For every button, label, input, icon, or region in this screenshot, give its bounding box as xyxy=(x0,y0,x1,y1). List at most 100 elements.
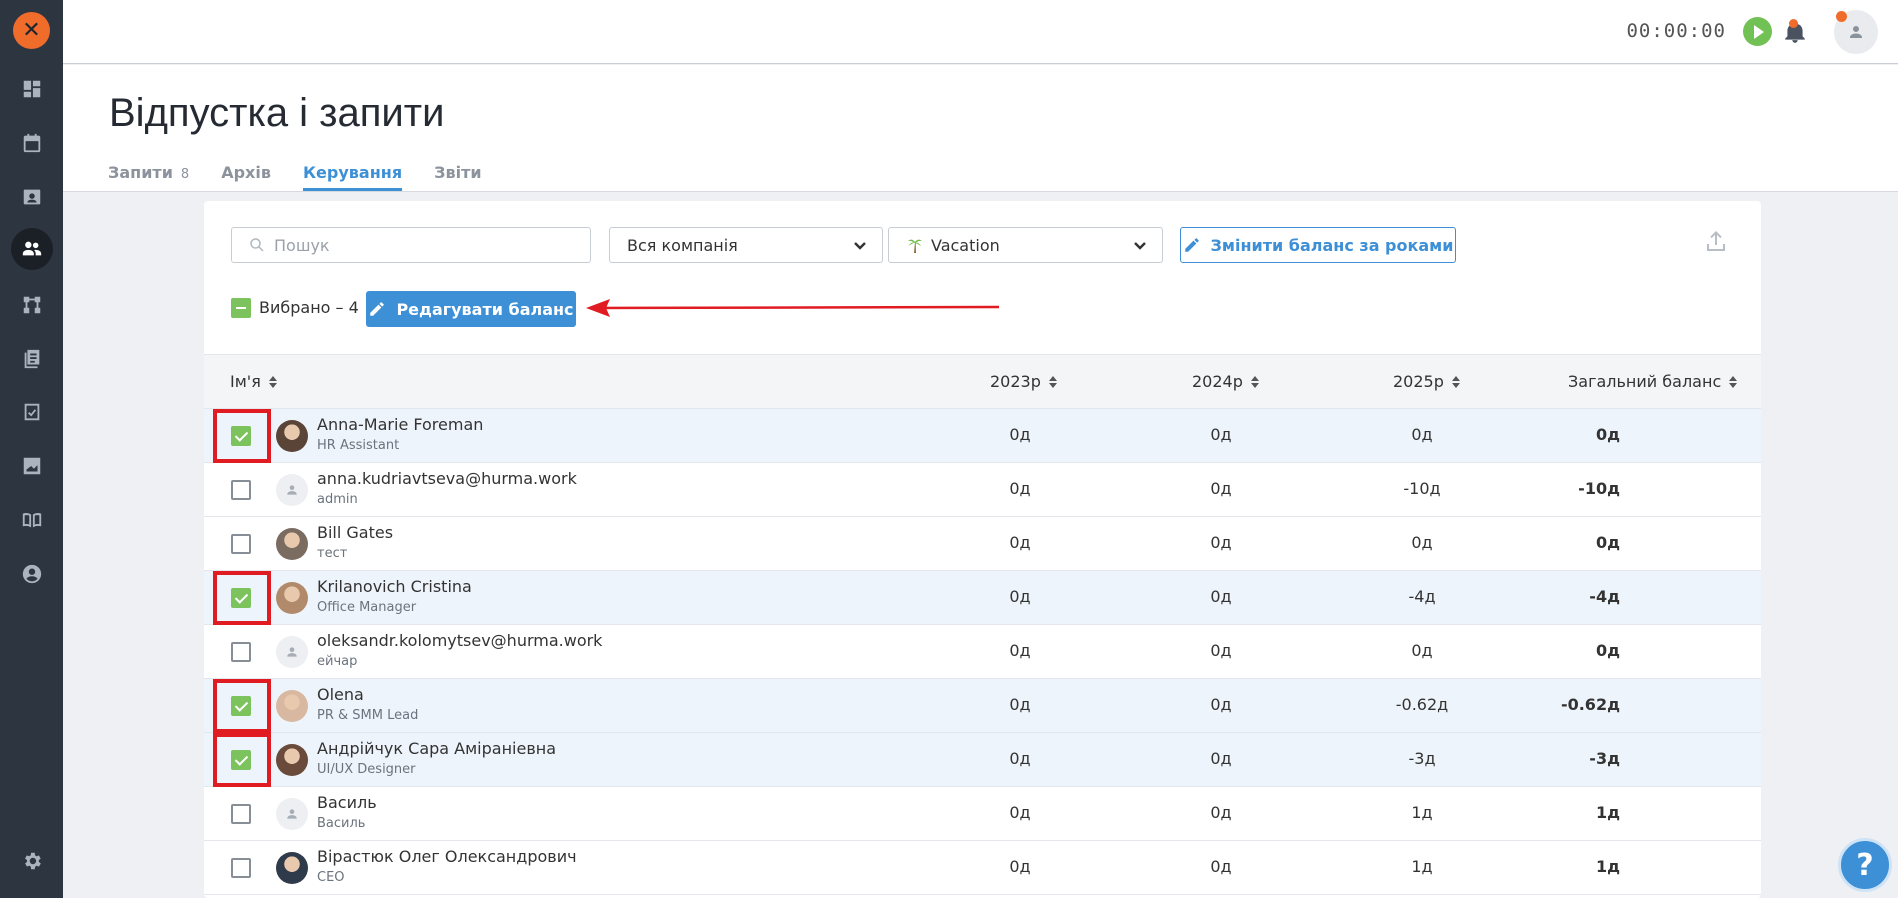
user-status-dot xyxy=(1836,11,1847,22)
column-2024-label: 2024р xyxy=(1192,372,1243,391)
table-row[interactable]: Olena PR & SMM Lead 0д 0д -0.62д -0.62д xyxy=(204,679,1761,733)
sidebar: ✕ xyxy=(0,0,63,898)
column-2025-label: 2025р xyxy=(1393,372,1444,391)
profile-icon[interactable] xyxy=(11,553,53,595)
table-row[interactable]: anna.kudriavtseva@hurma.work admin 0д 0д… xyxy=(204,463,1761,517)
avatar xyxy=(276,528,308,560)
balance-2025: 0д xyxy=(1411,425,1433,444)
balance-2025: -10д xyxy=(1403,479,1441,498)
column-2025[interactable]: 2025р xyxy=(1393,372,1460,391)
company-select[interactable]: Вся компанія xyxy=(609,227,883,263)
employee-name[interactable]: anna.kudriavtseva@hurma.work xyxy=(317,469,577,488)
balance-2024: 0д xyxy=(1210,587,1232,606)
export-icon[interactable] xyxy=(1704,230,1730,256)
balance-2025: -4д xyxy=(1408,587,1436,606)
highlight-box xyxy=(213,733,271,787)
sort-icon xyxy=(1729,375,1738,388)
tab-requests-count: 8 xyxy=(180,167,190,182)
help-button[interactable]: ? xyxy=(1838,838,1892,892)
dashboard-icon[interactable] xyxy=(11,68,53,110)
avatar xyxy=(276,852,308,884)
edit-balance-button[interactable]: Редагувати баланс xyxy=(366,291,576,327)
balance-2024: 0д xyxy=(1210,749,1232,768)
tab-requests-label: Запити xyxy=(108,163,173,182)
employee-name[interactable]: Krilanovich Cristina xyxy=(317,577,472,596)
balance-total: 1д xyxy=(1595,857,1620,876)
balance-total: 0д xyxy=(1595,425,1620,444)
table-row[interactable]: Anna-Marie Foreman HR Assistant 0д 0д 0д… xyxy=(204,409,1761,463)
employee-name[interactable]: Василь xyxy=(317,793,377,812)
row-checkbox[interactable] xyxy=(231,804,251,824)
row-checkbox[interactable] xyxy=(231,480,251,500)
tab-archive[interactable]: Архів xyxy=(221,163,271,191)
employee-name[interactable]: oleksandr.kolomytsev@hurma.work xyxy=(317,631,602,650)
row-checkbox[interactable] xyxy=(231,534,251,554)
search-input[interactable]: Пошук xyxy=(231,227,591,263)
balance-2023: 0д xyxy=(1009,479,1031,498)
tab-requests[interactable]: Запити 8 xyxy=(108,163,189,191)
employee-role: PR & SMM Lead xyxy=(317,708,419,723)
tasks-icon[interactable] xyxy=(11,391,53,433)
balance-total: -3д xyxy=(1589,749,1620,768)
balance-2025: 0д xyxy=(1411,641,1433,660)
employee-name[interactable]: Bill Gates xyxy=(317,523,393,542)
column-total[interactable]: Загальний баланс xyxy=(1568,372,1738,391)
avatar xyxy=(276,636,308,668)
balance-total: 0д xyxy=(1595,533,1620,552)
column-2024[interactable]: 2024р xyxy=(1192,372,1259,391)
balance-2023: 0д xyxy=(1009,749,1031,768)
page-header: Відпустка і запити Запити 8 Архів Керуван… xyxy=(63,65,1898,192)
table-row[interactable]: Вірастюк Олег Олександрович CEO 0д 0д 1д… xyxy=(204,841,1761,895)
column-2023[interactable]: 2023р xyxy=(990,372,1057,391)
balance-2024: 0д xyxy=(1210,641,1232,660)
id-card-icon[interactable] xyxy=(11,176,53,218)
table-row[interactable]: Krilanovich Cristina Office Manager 0д 0… xyxy=(204,571,1761,625)
chevron-down-icon xyxy=(1132,237,1148,253)
docs-icon[interactable] xyxy=(11,338,53,380)
employee-role: тест xyxy=(317,546,348,561)
gear-icon[interactable] xyxy=(11,840,53,882)
table-row[interactable]: oleksandr.kolomytsev@hurma.work ейчар 0д… xyxy=(204,625,1761,679)
leave-type-select[interactable]: Vacation xyxy=(888,227,1163,263)
employee-role: Василь xyxy=(317,816,366,831)
table-row[interactable]: Андрійчук Сара Аміраніевна UI/UX Designe… xyxy=(204,733,1761,787)
table-row[interactable]: Bill Gates тест 0д 0д 0д 0д xyxy=(204,517,1761,571)
avatar xyxy=(276,690,308,722)
table-row[interactable]: Василь Василь 0д 0д 1д 1д xyxy=(204,787,1761,841)
timer-play-button[interactable] xyxy=(1743,17,1772,46)
row-checkbox[interactable] xyxy=(231,858,251,878)
balance-total: 0д xyxy=(1595,641,1620,660)
change-balance-by-years-button[interactable]: Змінити баланс за роками xyxy=(1180,227,1456,263)
column-2023-label: 2023р xyxy=(990,372,1041,391)
select-all-checkbox[interactable] xyxy=(231,298,251,318)
calendar-icon[interactable] xyxy=(11,122,53,164)
management-card: Пошук Вся компанія Vacation Змінити бала… xyxy=(204,201,1761,898)
people-icon[interactable] xyxy=(11,228,53,270)
tab-management[interactable]: Керування xyxy=(302,163,403,191)
employee-name[interactable]: Anna-Marie Foreman xyxy=(317,415,483,434)
balance-total: -4д xyxy=(1589,587,1620,606)
balance-2024: 0д xyxy=(1210,533,1232,552)
column-name[interactable]: Ім'я xyxy=(230,372,277,391)
employee-role: ейчар xyxy=(317,654,358,669)
chevron-down-icon xyxy=(852,237,868,253)
search-icon xyxy=(250,238,264,252)
selected-count: Вибрано – 4 xyxy=(259,298,359,317)
pencil-icon xyxy=(370,302,385,316)
reports-icon[interactable] xyxy=(11,445,53,487)
book-icon[interactable] xyxy=(11,499,53,541)
structure-icon[interactable] xyxy=(11,284,53,326)
tab-reports[interactable]: Звіти xyxy=(434,163,481,191)
leave-type-select-value: Vacation xyxy=(931,235,1000,255)
balance-2023: 0д xyxy=(1009,425,1031,444)
balance-2023: 0д xyxy=(1009,857,1031,876)
highlight-box xyxy=(213,679,271,733)
highlight-box xyxy=(213,409,271,463)
employee-name[interactable]: Вірастюк Олег Олександрович xyxy=(317,847,577,866)
employee-role: admin xyxy=(317,492,358,507)
employee-name[interactable]: Olena xyxy=(317,685,364,704)
employee-name[interactable]: Андрійчук Сара Аміраніевна xyxy=(317,739,556,758)
sort-icon xyxy=(1250,375,1259,388)
logo[interactable]: ✕ xyxy=(13,12,50,49)
row-checkbox[interactable] xyxy=(231,642,251,662)
